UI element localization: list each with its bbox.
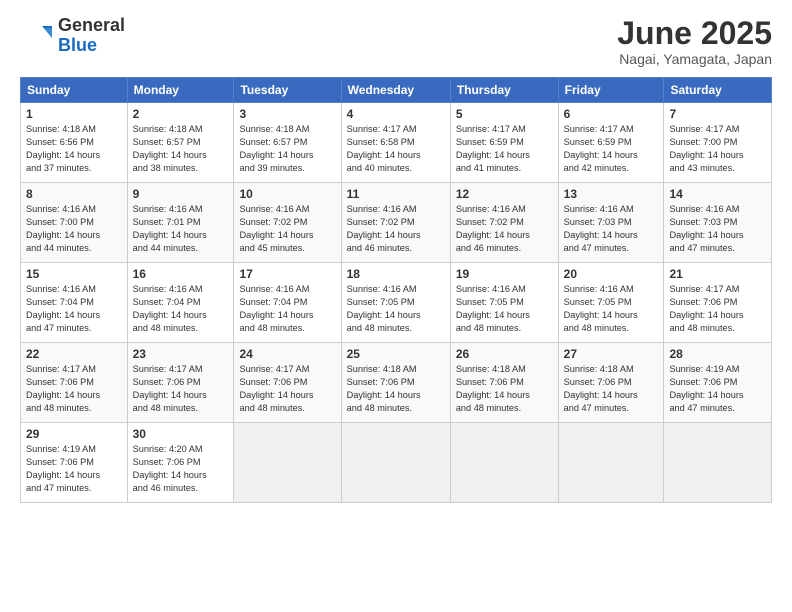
- logo-blue: Blue: [58, 36, 125, 56]
- day-2: 2Sunrise: 4:18 AMSunset: 6:57 PMDaylight…: [127, 103, 234, 183]
- calendar-header-row: Sunday Monday Tuesday Wednesday Thursday…: [21, 78, 772, 103]
- day-16: 16Sunrise: 4:16 AMSunset: 7:04 PMDayligh…: [127, 263, 234, 343]
- day-20: 20Sunrise: 4:16 AMSunset: 7:05 PMDayligh…: [558, 263, 664, 343]
- day-7: 7Sunrise: 4:17 AMSunset: 7:00 PMDaylight…: [664, 103, 772, 183]
- col-saturday: Saturday: [664, 78, 772, 103]
- title-block: June 2025 Nagai, Yamagata, Japan: [617, 16, 772, 67]
- day-empty: [558, 423, 664, 503]
- calendar-week-1: 1Sunrise: 4:18 AMSunset: 6:56 PMDaylight…: [21, 103, 772, 183]
- day-1: 1Sunrise: 4:18 AMSunset: 6:56 PMDaylight…: [21, 103, 128, 183]
- day-11: 11Sunrise: 4:16 AMSunset: 7:02 PMDayligh…: [341, 183, 450, 263]
- day-26: 26Sunrise: 4:18 AMSunset: 7:06 PMDayligh…: [450, 343, 558, 423]
- day-21: 21Sunrise: 4:17 AMSunset: 7:06 PMDayligh…: [664, 263, 772, 343]
- day-28: 28Sunrise: 4:19 AMSunset: 7:06 PMDayligh…: [664, 343, 772, 423]
- logo: General Blue: [20, 16, 125, 56]
- day-14: 14Sunrise: 4:16 AMSunset: 7:03 PMDayligh…: [664, 183, 772, 263]
- day-8: 8Sunrise: 4:16 AMSunset: 7:00 PMDaylight…: [21, 183, 128, 263]
- col-wednesday: Wednesday: [341, 78, 450, 103]
- calendar-week-2: 8Sunrise: 4:16 AMSunset: 7:00 PMDaylight…: [21, 183, 772, 263]
- header: General Blue June 2025 Nagai, Yamagata, …: [20, 16, 772, 67]
- calendar-week-5: 29Sunrise: 4:19 AMSunset: 7:06 PMDayligh…: [21, 423, 772, 503]
- day-24: 24Sunrise: 4:17 AMSunset: 7:06 PMDayligh…: [234, 343, 341, 423]
- day-18: 18Sunrise: 4:16 AMSunset: 7:05 PMDayligh…: [341, 263, 450, 343]
- col-friday: Friday: [558, 78, 664, 103]
- col-tuesday: Tuesday: [234, 78, 341, 103]
- day-5: 5Sunrise: 4:17 AMSunset: 6:59 PMDaylight…: [450, 103, 558, 183]
- day-empty: [450, 423, 558, 503]
- day-27: 27Sunrise: 4:18 AMSunset: 7:06 PMDayligh…: [558, 343, 664, 423]
- day-empty: [341, 423, 450, 503]
- day-15: 15Sunrise: 4:16 AMSunset: 7:04 PMDayligh…: [21, 263, 128, 343]
- day-25: 25Sunrise: 4:18 AMSunset: 7:06 PMDayligh…: [341, 343, 450, 423]
- day-6: 6Sunrise: 4:17 AMSunset: 6:59 PMDaylight…: [558, 103, 664, 183]
- day-29: 29Sunrise: 4:19 AMSunset: 7:06 PMDayligh…: [21, 423, 128, 503]
- calendar-table: Sunday Monday Tuesday Wednesday Thursday…: [20, 77, 772, 503]
- day-empty: [234, 423, 341, 503]
- logo-text: General Blue: [58, 16, 125, 56]
- day-4: 4Sunrise: 4:17 AMSunset: 6:58 PMDaylight…: [341, 103, 450, 183]
- day-30: 30Sunrise: 4:20 AMSunset: 7:06 PMDayligh…: [127, 423, 234, 503]
- day-12: 12Sunrise: 4:16 AMSunset: 7:02 PMDayligh…: [450, 183, 558, 263]
- day-9: 9Sunrise: 4:16 AMSunset: 7:01 PMDaylight…: [127, 183, 234, 263]
- calendar-week-3: 15Sunrise: 4:16 AMSunset: 7:04 PMDayligh…: [21, 263, 772, 343]
- calendar-week-4: 22Sunrise: 4:17 AMSunset: 7:06 PMDayligh…: [21, 343, 772, 423]
- day-empty: [664, 423, 772, 503]
- day-23: 23Sunrise: 4:17 AMSunset: 7:06 PMDayligh…: [127, 343, 234, 423]
- day-22: 22Sunrise: 4:17 AMSunset: 7:06 PMDayligh…: [21, 343, 128, 423]
- day-13: 13Sunrise: 4:16 AMSunset: 7:03 PMDayligh…: [558, 183, 664, 263]
- day-3: 3Sunrise: 4:18 AMSunset: 6:57 PMDaylight…: [234, 103, 341, 183]
- day-17: 17Sunrise: 4:16 AMSunset: 7:04 PMDayligh…: [234, 263, 341, 343]
- subtitle: Nagai, Yamagata, Japan: [617, 51, 772, 67]
- main-title: June 2025: [617, 16, 772, 51]
- col-monday: Monday: [127, 78, 234, 103]
- day-19: 19Sunrise: 4:16 AMSunset: 7:05 PMDayligh…: [450, 263, 558, 343]
- logo-general: General: [58, 16, 125, 36]
- col-sunday: Sunday: [21, 78, 128, 103]
- day-10: 10Sunrise: 4:16 AMSunset: 7:02 PMDayligh…: [234, 183, 341, 263]
- page: General Blue June 2025 Nagai, Yamagata, …: [0, 0, 792, 612]
- logo-icon: [20, 20, 52, 52]
- col-thursday: Thursday: [450, 78, 558, 103]
